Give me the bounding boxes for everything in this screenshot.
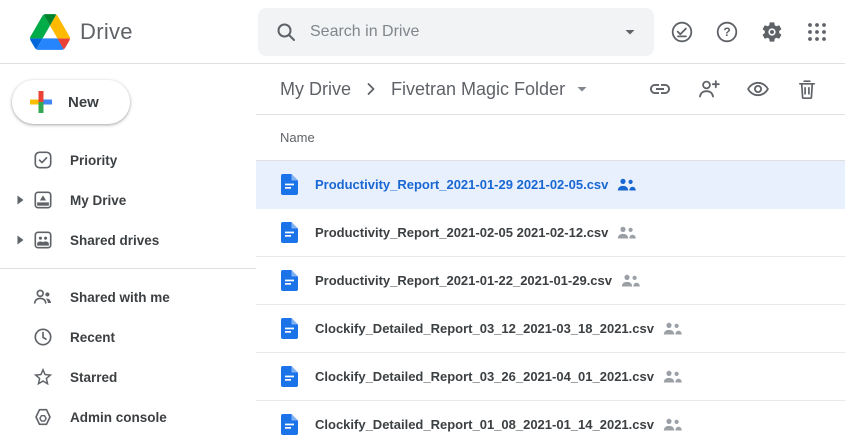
- svg-text:?: ?: [723, 25, 730, 39]
- sidebar-item-label: Priority: [70, 153, 117, 168]
- sidebar-item-shared-with-me[interactable]: Shared with me: [0, 277, 256, 317]
- sidebar-nav: Priority My Drive: [0, 140, 256, 437]
- gear-icon[interactable]: [760, 20, 784, 44]
- sidebar-item-label: Shared with me: [70, 290, 170, 305]
- search-input[interactable]: Search in Drive: [258, 8, 654, 56]
- drive-logo-block[interactable]: Drive: [0, 14, 256, 50]
- csv-file-icon: [281, 270, 298, 291]
- shared-people-icon: [663, 418, 682, 431]
- file-name: Productivity_Report_2021-02-05 2021-02-1…: [315, 225, 608, 240]
- sidebar-item-label: Shared drives: [70, 233, 159, 248]
- sidebar-item-recent[interactable]: Recent: [0, 317, 256, 357]
- sidebar-item-label: Starred: [70, 370, 117, 385]
- chevron-right-icon: [361, 79, 381, 99]
- drive-logo-icon: [30, 14, 70, 50]
- csv-file-icon: [281, 366, 298, 387]
- shared-people-icon: [663, 322, 682, 335]
- breadcrumb: My Drive Fivetran Magic Folder: [256, 64, 845, 115]
- shared-with-me-icon: [32, 286, 54, 308]
- star-icon: [32, 366, 54, 388]
- shared-people-icon: [617, 226, 636, 239]
- search-options-caret-icon[interactable]: [620, 22, 640, 42]
- sidebar-item-label: Admin console: [70, 410, 167, 425]
- breadcrumb-my-drive[interactable]: My Drive: [280, 79, 351, 100]
- file-row[interactable]: Clockify_Detailed_Report_03_26_2021-04_0…: [256, 353, 845, 401]
- shared-people-icon: [617, 178, 636, 191]
- selection-toolbar: [648, 77, 819, 101]
- file-row[interactable]: Productivity_Report_2021-01-29 2021-02-0…: [256, 161, 845, 209]
- csv-file-icon: [281, 414, 298, 435]
- sidebar-divider: [0, 268, 256, 269]
- csv-file-icon: [281, 174, 298, 195]
- sidebar: New Priority My Drive: [0, 64, 256, 439]
- app-title: Drive: [80, 19, 133, 45]
- shared-people-icon: [663, 370, 682, 383]
- content-area: My Drive Fivetran Magic Folder: [256, 64, 845, 439]
- column-header-name[interactable]: Name: [256, 115, 845, 161]
- admin-console-icon: [32, 406, 54, 428]
- file-name: Clockify_Detailed_Report_03_12_2021-03_1…: [315, 321, 654, 336]
- new-button-label: New: [68, 94, 99, 111]
- multicolor-plus-icon: [28, 89, 54, 115]
- person-add-icon[interactable]: [697, 77, 721, 101]
- top-bar: Drive Search in Drive ?: [0, 0, 845, 64]
- search-icon[interactable]: [274, 20, 298, 44]
- file-row[interactable]: Clockify_Detailed_Report_01_08_2021-01_1…: [256, 401, 845, 439]
- sidebar-item-shared-drives[interactable]: Shared drives: [0, 220, 256, 260]
- topbar-actions: ?: [670, 20, 845, 44]
- clock-icon: [32, 326, 54, 348]
- sidebar-item-admin-console[interactable]: Admin console: [0, 397, 256, 437]
- sidebar-item-label: Recent: [70, 330, 115, 345]
- file-name: Productivity_Report_2021-01-29 2021-02-0…: [315, 177, 608, 192]
- sidebar-item-starred[interactable]: Starred: [0, 357, 256, 397]
- my-drive-icon: [32, 189, 54, 211]
- file-name: Productivity_Report_2021-01-22_2021-01-2…: [315, 273, 612, 288]
- google-apps-icon[interactable]: [805, 20, 829, 44]
- shared-drives-icon: [32, 229, 54, 251]
- file-row[interactable]: Clockify_Detailed_Report_03_12_2021-03_1…: [256, 305, 845, 353]
- breadcrumb-current-folder[interactable]: Fivetran Magic Folder: [391, 79, 565, 100]
- expand-arrow-icon[interactable]: [11, 191, 29, 209]
- sidebar-item-my-drive[interactable]: My Drive: [0, 180, 256, 220]
- sidebar-item-label: My Drive: [70, 193, 126, 208]
- trash-icon[interactable]: [795, 77, 819, 101]
- column-header-label: Name: [280, 130, 315, 145]
- eye-icon[interactable]: [746, 77, 770, 101]
- file-name: Clockify_Detailed_Report_01_08_2021-01_1…: [315, 417, 654, 432]
- shared-people-icon: [621, 274, 640, 287]
- offline-status-icon[interactable]: [670, 20, 694, 44]
- file-row[interactable]: Productivity_Report_2021-02-05 2021-02-1…: [256, 209, 845, 257]
- csv-file-icon: [281, 318, 298, 339]
- new-button[interactable]: New: [12, 80, 130, 124]
- folder-menu-caret-icon[interactable]: [573, 80, 591, 98]
- expand-arrow-icon[interactable]: [11, 231, 29, 249]
- csv-file-icon: [281, 222, 298, 243]
- sidebar-item-priority[interactable]: Priority: [0, 140, 256, 180]
- file-name: Clockify_Detailed_Report_03_26_2021-04_0…: [315, 369, 654, 384]
- priority-check-icon: [32, 149, 54, 171]
- help-icon[interactable]: ?: [715, 20, 739, 44]
- link-icon[interactable]: [648, 77, 672, 101]
- file-row[interactable]: Productivity_Report_2021-01-22_2021-01-2…: [256, 257, 845, 305]
- search-placeholder: Search in Drive: [310, 23, 620, 41]
